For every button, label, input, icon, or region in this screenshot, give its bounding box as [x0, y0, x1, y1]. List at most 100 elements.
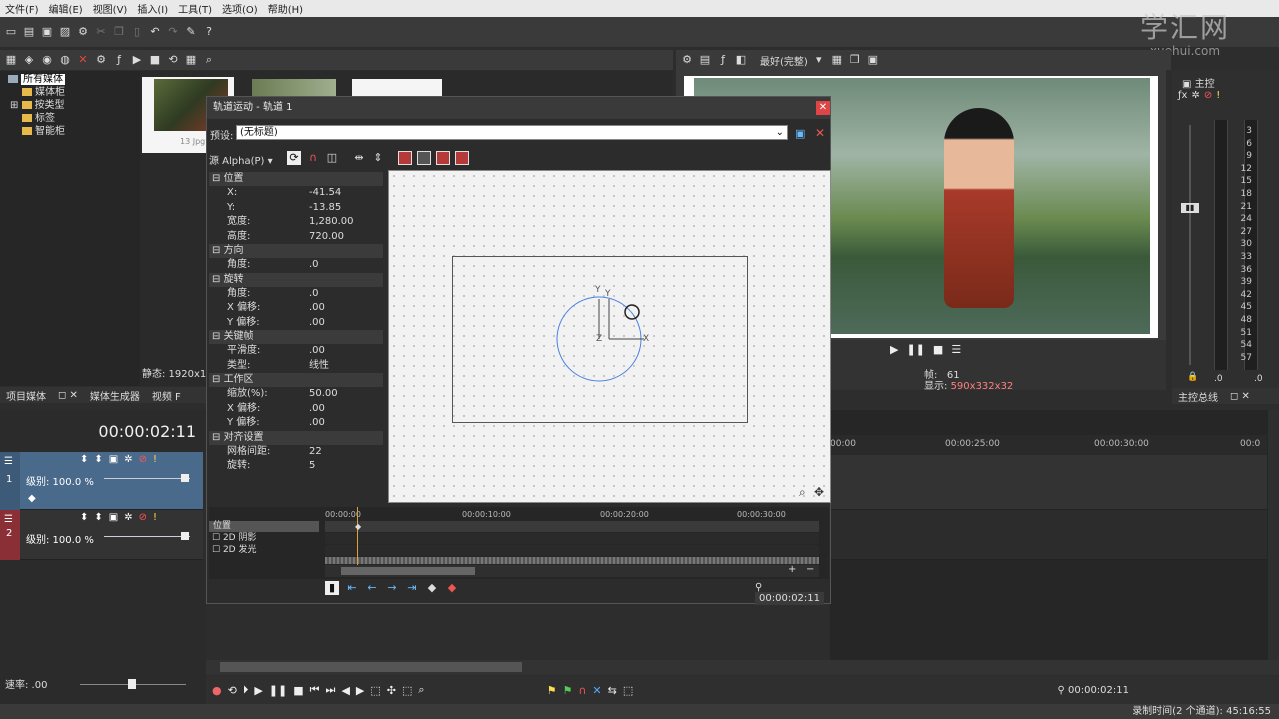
- selection-tool-icon[interactable]: ⬚: [402, 684, 412, 697]
- burn-icon[interactable]: ◍: [58, 53, 72, 67]
- loop-icon[interactable]: ⟲: [166, 53, 180, 67]
- remove-icon[interactable]: ✕: [76, 53, 90, 67]
- tab-project-media[interactable]: 项目媒体: [0, 388, 52, 403]
- track-fx-icon[interactable]: ✲: [124, 454, 132, 465]
- property-value[interactable]: .00: [309, 344, 383, 359]
- tree-item-smart-bins[interactable]: 智能柜: [8, 125, 140, 138]
- property-value[interactable]: 720.00: [309, 230, 383, 245]
- mute-icon[interactable]: ⊘: [139, 454, 147, 465]
- master-solo-icon[interactable]: !: [1216, 90, 1220, 101]
- preview-play-icon[interactable]: ▶: [890, 343, 898, 356]
- track-header-2[interactable]: ☰ 2 ⬍ ⬍ ▣ ✲ ⊘ ! 级别: 100.0 %: [0, 510, 203, 560]
- property-row[interactable]: 宽度: 1,280.00: [209, 215, 383, 230]
- track-2-slider[interactable]: [104, 536, 190, 537]
- kf-zoom-out-icon[interactable]: −: [806, 564, 814, 575]
- property-value[interactable]: .00: [309, 416, 383, 431]
- enable-rotation-icon[interactable]: ⟳: [287, 151, 301, 165]
- capture-icon[interactable]: ◈: [22, 53, 36, 67]
- menu-item-2[interactable]: 视图(V): [88, 1, 133, 16]
- timeline-hscroll-thumb[interactable]: [220, 662, 522, 672]
- marker-icon[interactable]: ⚑: [547, 684, 557, 697]
- save-as-icon[interactable]: ▨: [58, 25, 72, 39]
- master-tab-close-icon[interactable]: ◻ ✕: [1224, 391, 1256, 402]
- property-row[interactable]: 角度: .0: [209, 287, 383, 302]
- composite-up-icon[interactable]: ⬍: [80, 512, 88, 523]
- go-end-icon[interactable]: ⏭: [326, 683, 336, 697]
- video-fx-icon[interactable]: ƒ: [716, 53, 730, 67]
- property-value[interactable]: 5: [309, 459, 383, 474]
- property-value[interactable]: 线性: [309, 359, 383, 374]
- pause-icon[interactable]: ❚❚: [269, 684, 287, 697]
- copy-snapshot-icon[interactable]: ❐: [848, 53, 862, 67]
- prev-frame-icon[interactable]: ◀: [341, 684, 349, 697]
- property-value[interactable]: .0: [309, 287, 383, 302]
- lock-icon[interactable]: 🔒: [1187, 372, 1198, 382]
- menu-item-1[interactable]: 编辑(E): [44, 1, 88, 16]
- save-icon[interactable]: ▣: [40, 25, 54, 39]
- property-row[interactable]: 类型: 线性: [209, 359, 383, 374]
- property-value[interactable]: .00: [309, 301, 383, 316]
- property-row[interactable]: 网格间距: 22: [209, 445, 383, 460]
- composite-down-icon[interactable]: ⬍: [94, 512, 102, 523]
- property-value[interactable]: .00: [309, 402, 383, 417]
- lock-aspect-icon[interactable]: [398, 151, 412, 165]
- kf-track-shadow[interactable]: ☐ 2D 阴影: [209, 532, 319, 544]
- copy-icon[interactable]: ❐: [112, 25, 126, 39]
- prevent-movement-x-icon[interactable]: ⇹: [352, 151, 366, 165]
- composite-up-icon[interactable]: ⬍: [80, 454, 88, 465]
- render-icon[interactable]: ✎: [184, 25, 198, 39]
- overlays-icon[interactable]: ▦: [830, 53, 844, 67]
- menu-item-4[interactable]: 工具(T): [173, 1, 217, 16]
- media-properties-icon[interactable]: ⚙: [94, 53, 108, 67]
- add-keyframe-icon[interactable]: ◆: [425, 581, 439, 595]
- property-value[interactable]: 1,280.00: [309, 215, 383, 230]
- loop-playback-icon[interactable]: ⟲: [228, 684, 237, 697]
- track-1-lane[interactable]: [830, 455, 1267, 510]
- kf-zoom-in-icon[interactable]: +: [788, 564, 796, 575]
- split-screen-icon[interactable]: ◧: [734, 53, 748, 67]
- property-row[interactable]: Y: -13.85: [209, 201, 383, 216]
- kf-lane-glow[interactable]: [325, 545, 819, 556]
- stop-icon[interactable]: ■: [293, 684, 303, 697]
- track-motion-icon[interactable]: ▣: [109, 512, 118, 523]
- menu-item-3[interactable]: 插入(I): [132, 1, 173, 16]
- property-row[interactable]: X: -41.54: [209, 186, 383, 201]
- property-row[interactable]: 缩放(%): 50.00: [209, 387, 383, 402]
- kf-hscroll[interactable]: + −: [325, 564, 819, 577]
- enable-snapping-icon[interactable]: ∩: [306, 151, 320, 165]
- speed-slider-handle[interactable]: [128, 679, 136, 689]
- tree-item-by-type[interactable]: ⊞ 按类型: [8, 99, 140, 112]
- last-keyframe-icon[interactable]: ⇥: [405, 581, 419, 595]
- track-2-lane[interactable]: [830, 510, 1267, 560]
- prevent-sizing-x-icon[interactable]: [436, 151, 450, 165]
- kf-lane-shadow[interactable]: [325, 533, 819, 544]
- track-header-1[interactable]: ☰ 1 ⬍ ⬍ ▣ ✲ ⊘ ! 级别: 100.0 % ◆: [0, 452, 203, 510]
- delete-keyframe-icon[interactable]: ◆: [445, 581, 459, 595]
- save-snapshot-icon[interactable]: ▣: [866, 53, 880, 67]
- section-header[interactable]: ⊟ 对齐设置: [209, 430, 383, 445]
- save-preset-icon[interactable]: ▣: [795, 127, 805, 140]
- zoom-tool-icon[interactable]: ⌕: [418, 683, 424, 697]
- auto-crossfade-icon[interactable]: ✕: [592, 684, 601, 697]
- mute-icon[interactable]: ⊘: [139, 512, 147, 523]
- prevent-sizing-y-icon[interactable]: [455, 151, 469, 165]
- motion-gizmo[interactable]: [389, 171, 830, 502]
- get-media-icon[interactable]: ◉: [40, 53, 54, 67]
- redo-icon[interactable]: ↷: [166, 25, 180, 39]
- track-2-slider-handle[interactable]: [181, 532, 189, 540]
- play-icon[interactable]: ▶: [254, 684, 262, 697]
- next-keyframe-icon[interactable]: →: [385, 581, 399, 595]
- property-row[interactable]: 高度: 720.00: [209, 230, 383, 245]
- kf-track-position[interactable]: 位置: [209, 521, 319, 532]
- tab-media-generators[interactable]: 媒体生成器: [84, 388, 146, 403]
- track-1-slider-handle[interactable]: [181, 474, 189, 482]
- delete-preset-icon[interactable]: ✕: [815, 126, 825, 140]
- master-fader-handle[interactable]: ▮▮: [1181, 203, 1199, 213]
- kf-cursor[interactable]: [357, 507, 358, 565]
- lock-envelopes-icon[interactable]: ⬚: [623, 684, 633, 697]
- timeline-hscroll[interactable]: [206, 660, 1279, 675]
- property-row[interactable]: X 偏移: .00: [209, 301, 383, 316]
- track-motion-icon[interactable]: ▣: [109, 454, 118, 465]
- master-mute-icon[interactable]: ⊘: [1204, 90, 1212, 101]
- property-value[interactable]: .00: [309, 316, 383, 331]
